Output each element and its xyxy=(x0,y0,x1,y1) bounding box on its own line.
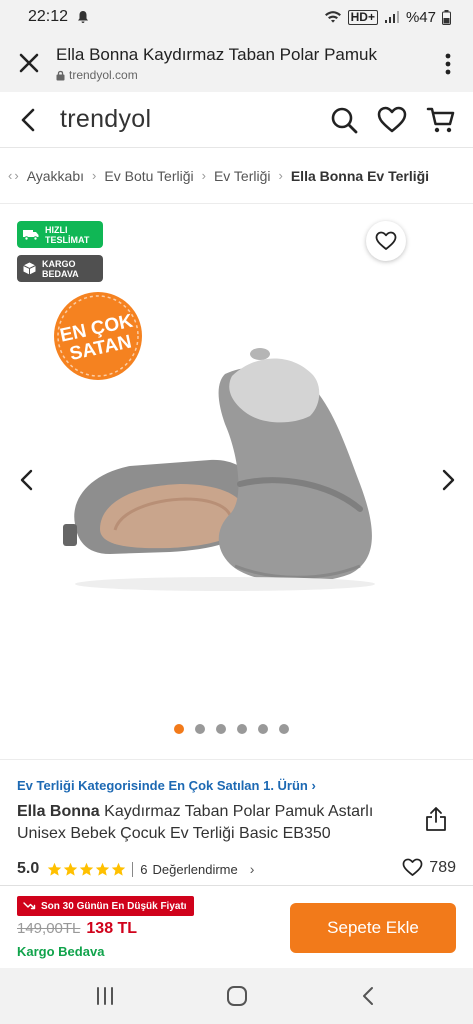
back-arrow-icon[interactable] xyxy=(16,106,42,134)
lock-icon xyxy=(56,70,65,80)
chevron-right-icon: › xyxy=(249,861,255,877)
site-header: trendyol xyxy=(0,92,473,148)
fast-delivery-line2: TESLİMAT xyxy=(45,234,90,245)
heart-icon xyxy=(375,231,397,250)
favorite-count-value: 789 xyxy=(429,858,456,876)
chevron-left-icon: ‹ xyxy=(8,168,13,183)
gallery-dot[interactable] xyxy=(258,724,268,734)
product-info: Ev Terliği Kategorisinde En Çok Satılan … xyxy=(0,759,473,885)
breadcrumb-item-ayakkabi[interactable]: Ayakkabı xyxy=(27,168,84,184)
favorite-count[interactable]: 789 xyxy=(402,858,456,877)
system-navigation-bar xyxy=(0,968,473,1024)
star-icon xyxy=(64,862,78,876)
lowest-price-badge: Son 30 Günün En Düşük Fiyatı xyxy=(17,896,194,916)
close-icon[interactable] xyxy=(16,50,42,76)
more-menu-icon[interactable] xyxy=(445,52,451,76)
back-nav-icon[interactable] xyxy=(357,984,381,1008)
best-seller-sticker: EN ÇOK SATAN xyxy=(54,292,142,380)
search-icon[interactable] xyxy=(328,104,360,136)
chevron-right-icon: › xyxy=(14,168,19,183)
status-time: 22:12 xyxy=(28,8,69,25)
review-count: 6 xyxy=(140,861,148,877)
rating-stars xyxy=(47,862,126,877)
free-cargo-line2: BEDAVA xyxy=(42,268,79,279)
network-type: HD+ xyxy=(347,9,378,25)
cart-icon[interactable] xyxy=(425,104,457,136)
share-icon[interactable] xyxy=(425,806,447,832)
battery-icon xyxy=(442,9,451,25)
product-title: Ella Bonna Kaydırmaz Taban Polar Pamuk A… xyxy=(17,801,407,845)
delivery-truck-icon xyxy=(23,229,39,241)
free-cargo-badge: KARGO BEDAVA xyxy=(17,255,103,282)
gallery-prev-icon[interactable] xyxy=(17,468,37,492)
browser-url[interactable]: trendyol.com xyxy=(56,68,138,82)
package-box-icon xyxy=(23,262,36,275)
breadcrumb-item-current[interactable]: Ella Bonna Ev Terliği xyxy=(291,168,429,184)
rating-value: 5.0 xyxy=(17,860,40,877)
gallery-next-icon[interactable] xyxy=(438,468,458,492)
price-row: 149,00TL 138 TL xyxy=(17,920,137,938)
product-gallery[interactable]: HIZLI TESLİMAT KARGO BEDAVA EN ÇOK SATAN xyxy=(0,204,473,759)
status-bar: 22:12 HD+ %47 xyxy=(0,0,473,34)
gallery-dot[interactable] xyxy=(174,724,184,734)
heart-icon xyxy=(402,858,423,876)
gallery-dot[interactable] xyxy=(195,724,205,734)
free-shipping-label: Kargo Bedava xyxy=(17,944,105,959)
purchase-bar: Son 30 Günün En Düşük Fiyatı 149,00TL 13… xyxy=(0,885,473,968)
current-price: 138 TL xyxy=(86,920,138,937)
fast-delivery-line1: HIZLI xyxy=(45,224,68,235)
add-to-favorites-button[interactable] xyxy=(366,221,406,261)
add-to-cart-button[interactable]: Sepete Ekle xyxy=(290,903,456,953)
old-price: 149,00TL xyxy=(17,920,81,937)
browser-bar: Ella Bonna Kaydırmaz Taban Polar Pamuk t… xyxy=(0,34,473,92)
notification-bell-icon xyxy=(78,11,89,23)
star-icon xyxy=(112,862,126,876)
category-bestseller-link[interactable]: Ev Terliği Kategorisinde En Çok Satılan … xyxy=(17,778,316,793)
trendyol-logo[interactable]: trendyol xyxy=(60,105,151,134)
star-icon xyxy=(96,862,110,876)
chevron-right-icon: › xyxy=(278,168,283,183)
signal-icon xyxy=(384,11,399,23)
star-icon xyxy=(48,862,62,876)
chevron-right-icon: › xyxy=(311,778,316,793)
breadcrumb: ‹ › Ayakkabı › Ev Botu Terliği › Ev Terl… xyxy=(0,148,473,204)
battery-level: %47 xyxy=(405,8,436,26)
star-icon xyxy=(80,862,94,876)
wifi-icon xyxy=(324,11,341,23)
rating-divider xyxy=(132,861,134,877)
fast-delivery-badge: HIZLI TESLİMAT xyxy=(17,221,103,248)
gallery-dot[interactable] xyxy=(216,724,226,734)
browser-page-title: Ella Bonna Kaydırmaz Taban Polar Pamuk xyxy=(56,45,377,64)
browser-url-text: trendyol.com xyxy=(69,68,138,82)
lowest-price-text: Son 30 Günün En Düşük Fiyatı xyxy=(41,900,187,912)
chevron-right-icon: › xyxy=(201,168,206,183)
category-bestseller-text: Ev Terliği Kategorisinde En Çok Satılan … xyxy=(17,778,308,793)
breadcrumb-item-ev-botu-terligi[interactable]: Ev Botu Terliği xyxy=(104,168,193,184)
recent-apps-icon[interactable] xyxy=(93,984,117,1008)
gallery-dot[interactable] xyxy=(237,724,247,734)
review-label: Değerlendirme xyxy=(152,861,238,877)
free-cargo-line1: KARGO xyxy=(42,258,76,269)
rating-row[interactable]: 5.0 6 Değerlendirme › xyxy=(17,860,254,878)
home-icon[interactable] xyxy=(225,984,249,1008)
status-indicators: HD+ %47 xyxy=(324,9,451,26)
gallery-dot[interactable] xyxy=(279,724,289,734)
breadcrumb-item-ev-terligi[interactable]: Ev Terliği xyxy=(214,168,271,184)
product-brand[interactable]: Ella Bonna xyxy=(17,803,100,820)
chevron-right-icon: › xyxy=(92,168,97,183)
gallery-pagination xyxy=(0,724,473,734)
favorites-heart-icon[interactable] xyxy=(376,104,408,136)
trend-down-icon xyxy=(23,902,36,910)
